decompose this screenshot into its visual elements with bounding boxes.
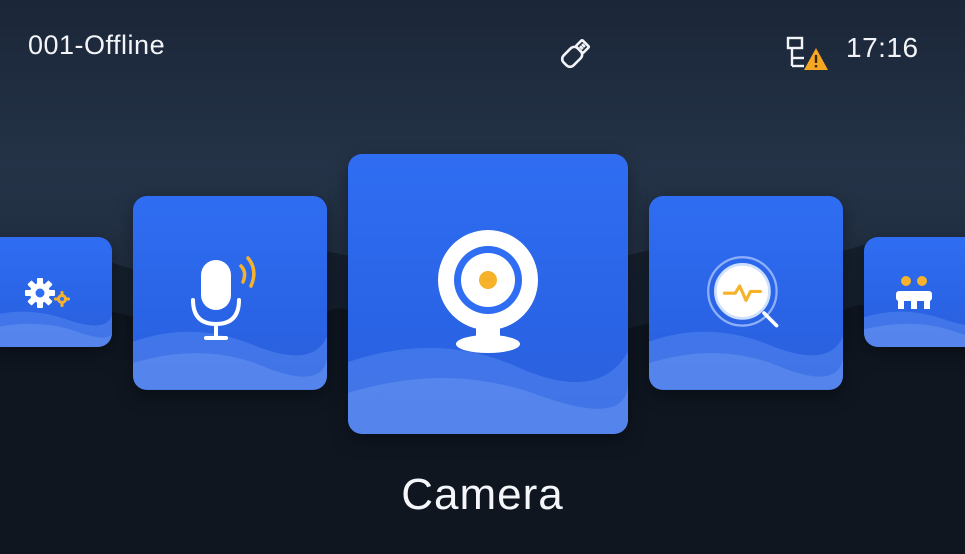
clock-text: 17:16 <box>846 32 919 63</box>
network-warning-icon <box>786 36 828 70</box>
webcam-icon <box>438 230 538 353</box>
tile-diagnostics[interactable] <box>649 196 843 390</box>
tile-users[interactable] <box>864 237 965 347</box>
microphone-icon <box>191 256 256 340</box>
tile-camera[interactable] <box>348 154 628 434</box>
heartbeat-search-icon <box>707 256 779 328</box>
tile-settings[interactable] <box>0 237 112 347</box>
settings-gears-icon <box>25 278 70 308</box>
selected-app-label: Camera <box>401 470 564 519</box>
tile-voice[interactable] <box>133 196 327 390</box>
group-people-icon <box>896 276 932 309</box>
usb-drive-icon <box>560 38 591 69</box>
device-status-text: 001-Offline <box>28 30 166 60</box>
